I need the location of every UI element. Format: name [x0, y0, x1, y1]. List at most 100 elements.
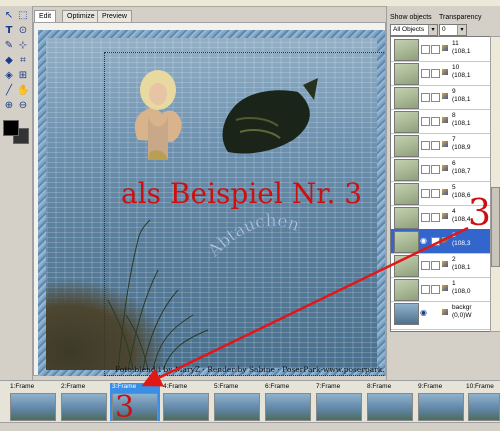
shape-tool-icon[interactable]: ◆: [3, 55, 15, 67]
lock-checkbox[interactable]: [431, 213, 440, 222]
frame-item[interactable]: 2:Frame: [59, 383, 109, 421]
layer-position: (108,1: [452, 264, 471, 271]
zoom-in-tool-icon[interactable]: ⊕: [3, 100, 15, 112]
layer-type-icon: [442, 165, 448, 171]
visibility-checkbox[interactable]: [421, 117, 430, 126]
grid-tool-icon[interactable]: ⊞: [17, 70, 29, 82]
frame-item[interactable]: 8:Frame: [365, 383, 415, 421]
frame-item[interactable]: 4:Frame: [161, 383, 211, 421]
frame-item[interactable]: 6:Frame: [263, 383, 313, 421]
visibility-checkbox[interactable]: [421, 261, 430, 270]
eye-icon[interactable]: ◉: [420, 308, 427, 317]
frame-label: 7:Frame: [316, 383, 341, 390]
lock-checkbox[interactable]: [431, 285, 440, 294]
layer-row[interactable]: ◉ backgr (0,0)W: [391, 301, 491, 330]
layer-row[interactable]: 11 (108,1: [391, 37, 491, 62]
show-objects-label: Show objects: [390, 14, 432, 21]
fill-tool-icon[interactable]: ◈: [3, 70, 15, 82]
layer-row[interactable]: 9 (108,1: [391, 85, 491, 110]
zoom-out-tool-icon[interactable]: ⊖: [17, 100, 29, 112]
frame-thumbnail: [214, 393, 260, 421]
frame-thumbnail: [316, 393, 362, 421]
layer-thumbnail: [394, 159, 419, 181]
layer-type-icon: [442, 69, 448, 75]
lock-checkbox[interactable]: [431, 45, 440, 54]
layer-thumbnail: [394, 39, 419, 61]
lock-checkbox[interactable]: [431, 189, 440, 198]
frame-item[interactable]: 10:Frame: [440, 383, 500, 421]
layer-row[interactable]: 6 (108,7: [391, 157, 491, 182]
lock-checkbox[interactable]: [431, 141, 440, 150]
frame-thumbnail: [163, 393, 209, 421]
layer-name: 7: [452, 136, 456, 143]
layer-row[interactable]: 2 (108,1: [391, 253, 491, 278]
lock-checkbox[interactable]: [431, 93, 440, 102]
brush-tool-icon[interactable]: ╱: [3, 85, 15, 97]
layer-type-icon: [442, 93, 448, 99]
layer-row[interactable]: 1 (108,0: [391, 277, 491, 302]
visibility-checkbox[interactable]: [421, 93, 430, 102]
callout-number-layer: 3: [468, 193, 491, 234]
layer-thumbnail: [394, 303, 419, 325]
layer-name: 1: [452, 280, 456, 287]
layer-position: (108,1: [452, 48, 471, 55]
visibility-checkbox[interactable]: [421, 165, 430, 174]
visibility-checkbox[interactable]: [421, 213, 430, 222]
layer-row[interactable]: 7 (108,9: [391, 133, 491, 158]
visibility-checkbox[interactable]: [421, 285, 430, 294]
frame-item[interactable]: 7:Frame: [314, 383, 364, 421]
layer-position: (108,3: [452, 240, 471, 247]
object-select-tool-icon[interactable]: ⬚: [17, 10, 29, 22]
layer-type-icon: [442, 237, 448, 243]
document-image[interactable]: als Beispiel Nr. 3 Abtauchen Foto:blendi…: [38, 30, 385, 376]
frame-label: 4:Frame: [163, 383, 188, 390]
visibility-checkbox[interactable]: [421, 141, 430, 150]
layer-name: 4: [452, 208, 456, 215]
foreground-color-swatch[interactable]: [3, 120, 19, 136]
layer-thumbnail: [394, 63, 419, 85]
crop-tool-icon[interactable]: ⌗: [17, 55, 29, 67]
layer-thumbnail: [394, 135, 419, 157]
lock-checkbox[interactable]: [431, 165, 440, 174]
lock-checkbox[interactable]: [431, 237, 440, 246]
layer-position: (108,0: [452, 288, 471, 295]
frame-item[interactable]: 5:Frame: [212, 383, 262, 421]
tab-preview[interactable]: Preview: [97, 10, 132, 22]
visibility-checkbox[interactable]: [421, 69, 430, 78]
show-objects-select[interactable]: All Objects ▾: [390, 24, 438, 36]
frame-label: 9:Frame: [418, 383, 443, 390]
pointer-tool-icon[interactable]: ↖: [3, 10, 15, 22]
layers-scrollbar[interactable]: [490, 36, 500, 332]
tab-optimize[interactable]: Optimize: [62, 10, 100, 22]
layer-type-icon: [442, 189, 448, 195]
layers-list: 11 (108,1 10 (108,1 9 (108,1 8 (108,1 7 …: [390, 36, 492, 332]
lock-checkbox[interactable]: [431, 117, 440, 126]
layer-type-icon: [442, 117, 448, 123]
layer-type-icon: [442, 141, 448, 147]
chevron-down-icon[interactable]: ▾: [457, 25, 466, 35]
eyedropper-tool-icon[interactable]: ✎: [3, 40, 15, 52]
eye-icon[interactable]: ◉: [420, 236, 427, 245]
layer-thumbnail: [394, 183, 419, 205]
layer-name: 10: [452, 64, 460, 71]
layer-thumbnail: [394, 111, 419, 133]
hand-tool-icon[interactable]: ✋: [17, 85, 29, 97]
layer-row[interactable]: 10 (108,1: [391, 61, 491, 86]
frame-thumbnail: [10, 393, 56, 421]
lock-checkbox[interactable]: [431, 69, 440, 78]
visibility-checkbox[interactable]: [421, 45, 430, 54]
frame-item[interactable]: 1:Frame: [8, 383, 58, 421]
chevron-down-icon[interactable]: ▾: [428, 25, 437, 35]
layer-position: (108,1: [452, 96, 471, 103]
transparency-select[interactable]: 0 ▾: [439, 24, 467, 36]
scrollbar-thumb[interactable]: [491, 187, 500, 267]
layer-thumbnail: [394, 255, 419, 277]
transparency-value: 0: [442, 26, 446, 33]
visibility-checkbox[interactable]: [421, 189, 430, 198]
lock-checkbox[interactable]: [431, 261, 440, 270]
layer-position: (108,1: [452, 120, 471, 127]
transform-tool-icon[interactable]: ⊹: [17, 40, 29, 52]
layer-row[interactable]: 8 (108,1: [391, 109, 491, 134]
text-tool-icon[interactable]: T: [3, 25, 15, 37]
target-tool-icon[interactable]: ⊙: [17, 25, 29, 37]
